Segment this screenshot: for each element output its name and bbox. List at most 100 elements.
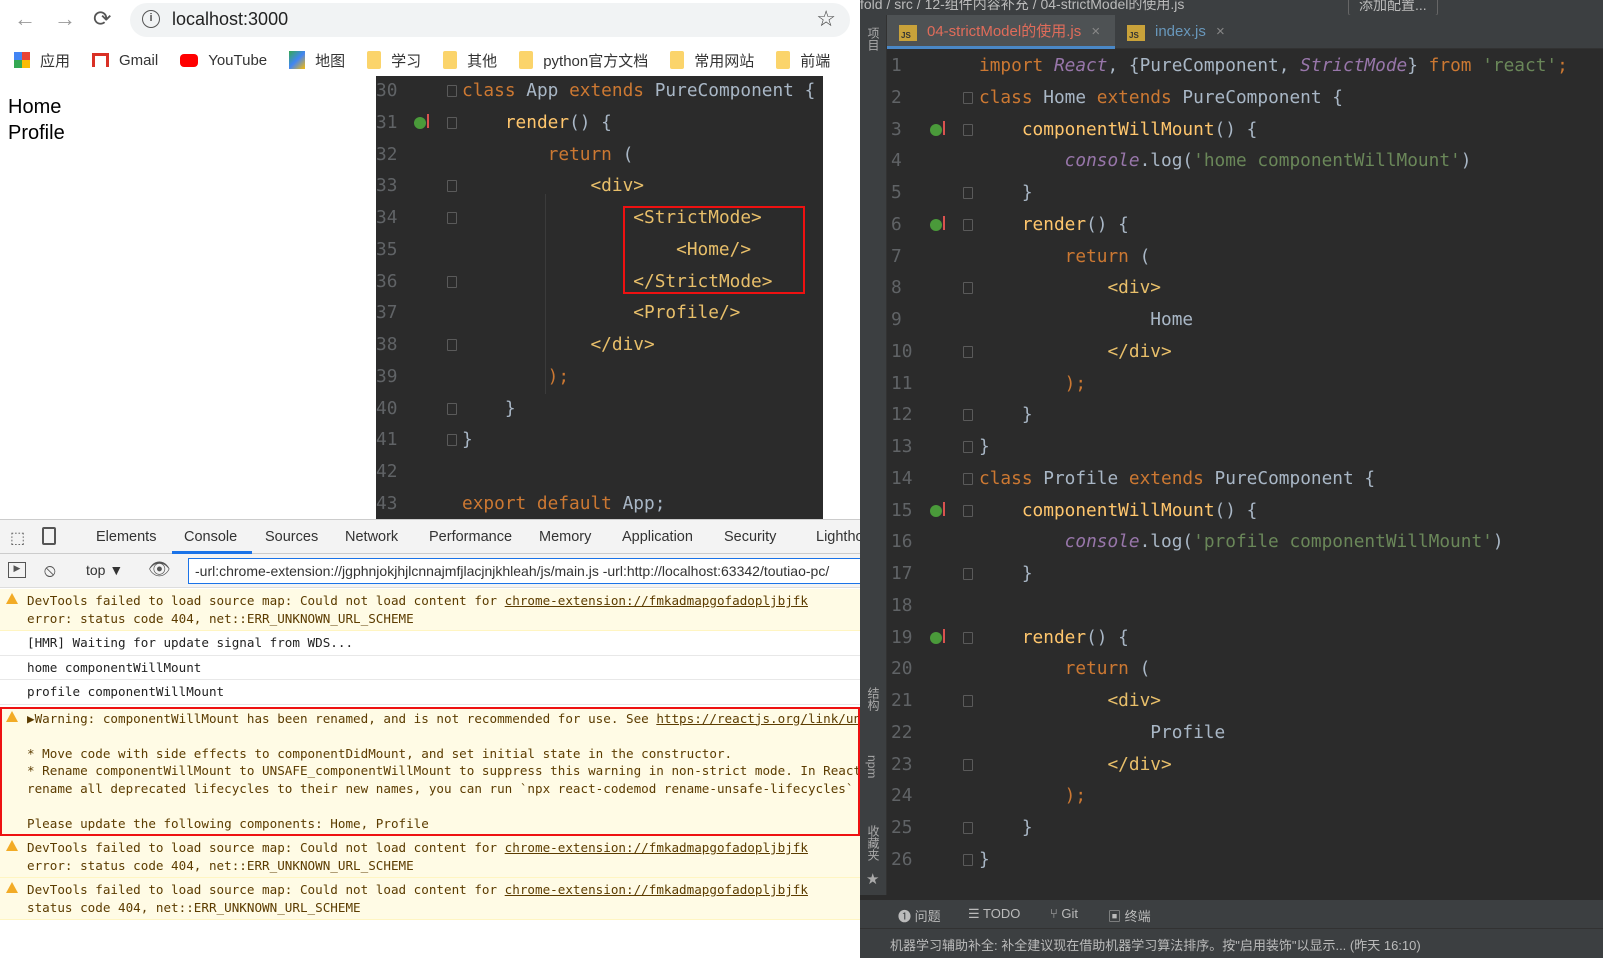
run-config-button[interactable]: 添加配置... [1348,0,1438,15]
code-token: App; [622,493,666,514]
tab-application[interactable]: Application [622,529,693,545]
code-token: () { [1086,213,1129,235]
bookmark-3[interactable]: 地图 [289,50,345,71]
fold-marker-icon[interactable] [963,282,973,295]
bookmark-2[interactable]: YouTube [180,52,267,69]
status-bar: 机器学习辅助补全: 补全建议现在借助机器学习算法排序。按"启用装饰"以显示...… [860,928,1603,958]
console-filter-input[interactable]: -url:chrome-extension://jgphnjokjhjlcnna… [188,558,868,584]
fold-marker-icon[interactable] [963,504,973,517]
profile-link[interactable]: Profile [8,120,65,146]
fold-marker-icon[interactable] [963,187,973,200]
fold-marker-icon[interactable] [963,345,973,358]
home-link[interactable]: Home [8,94,65,120]
bookmark-1[interactable]: Gmail [92,52,158,69]
message-link[interactable]: chrome-extension://fmkadmapgofadopljbjfk [505,840,808,855]
tool-problems[interactable]: ❶ 问题 [898,906,941,925]
close-tab-icon[interactable]: × [1216,23,1225,40]
tab-performance[interactable]: Performance [429,529,512,545]
url-text[interactable]: localhost:3000 [172,9,288,30]
tab-sources[interactable]: Sources [265,529,318,545]
override-marker-icon[interactable] [930,120,945,136]
tool-todo[interactable]: ☰ TODO [968,906,1020,922]
sidebar-toggle-icon[interactable]: ▶ [8,562,26,578]
bookmark-7[interactable]: 常用网站 [670,50,754,71]
inspect-element-icon[interactable]: ⬚ [10,528,25,548]
fold-marker-icon[interactable] [963,123,973,136]
fold-marker-icon[interactable] [447,180,457,193]
tool-project[interactable]: 项目 [865,27,882,51]
close-tab-icon[interactable]: × [1091,23,1100,40]
tool-terminal[interactable]: ▣ 终端 [1108,906,1151,925]
editor-tab-index[interactable]: JS index.js × [1115,15,1235,49]
fold-marker-icon[interactable] [447,402,457,415]
tab-label: index.js [1155,23,1206,40]
code-token: ); [1064,372,1087,394]
fold-marker-icon[interactable] [963,631,973,644]
override-marker-icon[interactable] [930,628,945,644]
favorites-star-icon[interactable]: ★ [866,870,879,888]
fold-marker-icon[interactable] [963,822,973,835]
breadcrumb-path[interactable]: fold / src / 12-组件内容补充 / 04-strictModel的… [860,0,1184,14]
bookmark-8[interactable]: 前端 [776,50,830,71]
live-expression-eye-icon[interactable]: 👁 [148,559,171,580]
fold-marker-icon[interactable] [963,409,973,422]
line-number: 43 [376,493,398,514]
fold-marker-icon[interactable] [963,472,973,485]
fold-marker-icon[interactable] [963,758,973,771]
fold-marker-icon[interactable] [447,275,457,288]
override-marker-icon[interactable] [930,215,945,231]
fold-marker-icon[interactable] [447,212,457,225]
folder-icon [776,51,791,69]
tool-npm[interactable]: npm [865,755,879,778]
forward-icon[interactable]: → [54,6,76,32]
editor-tab-strictmodel[interactable]: JS 04-strictModel的使用.js × [887,15,1115,49]
fold-marker-icon[interactable] [963,441,973,454]
code-token: ( [1139,245,1151,267]
bookmark-4[interactable]: 学习 [367,50,421,71]
fold-marker-icon[interactable] [447,339,457,352]
bookmark-5[interactable]: 其他 [443,50,497,71]
fold-marker-icon[interactable] [447,85,457,97]
fold-marker-icon[interactable] [963,854,973,866]
line-number: 33 [376,175,398,197]
code-token: } [979,436,990,458]
info-icon[interactable]: i [142,10,160,28]
bookmark-0[interactable]: 应用 [14,50,70,71]
override-marker-icon[interactable] [930,501,945,517]
line-number: 18 [891,594,913,616]
fold-marker-icon[interactable] [963,695,973,708]
tab-console[interactable]: Console [184,529,237,545]
context-selector[interactable]: top ▼ [86,562,123,578]
tab-elements[interactable]: Elements [96,529,156,545]
fold-marker-icon[interactable] [447,434,457,447]
override-marker-icon[interactable] [414,114,429,129]
tool-git[interactable]: ⑂ Git [1050,906,1078,921]
bookmark-star-icon[interactable]: ☆ [816,6,836,32]
code-line: <Profile/> [462,297,740,329]
code-token: extends [1096,86,1183,108]
device-toolbar-icon[interactable] [42,527,56,545]
code-token: } [979,404,1033,426]
code-line: </StrictMode> [462,266,772,298]
url-bar[interactable]: i localhost:3000 ☆ [130,3,850,37]
bookmark-6[interactable]: python官方文档 [519,50,648,71]
fold-marker-icon[interactable] [963,218,973,231]
fold-marker-icon[interactable] [447,116,457,129]
message-link[interactable]: chrome-extension://fmkadmapgofadopljbjfk [505,593,808,608]
tool-structure[interactable]: 结构 [865,687,882,711]
apps-icon [14,52,30,68]
fold-marker-icon[interactable] [963,568,973,581]
tab-memory[interactable]: Memory [539,529,591,545]
devtools-tabs: ⬚ Elements Console Sources Network Performan… [0,520,887,554]
clear-console-icon[interactable]: ⦸ [44,560,56,581]
message-link[interactable]: chrome-extension://fmkadmapgofadopljbjfk [505,882,808,897]
back-icon[interactable]: ← [14,6,36,32]
tab-security[interactable]: Security [724,529,776,545]
reload-icon[interactable]: ⟳ [93,6,111,32]
tab-network[interactable]: Network [345,529,398,545]
code-editor[interactable]: 1 import React, {PureComponent, StrictMod… [887,49,1603,894]
tool-favorites[interactable]: 收藏夹 [865,825,882,861]
message-link[interactable]: https://reactjs.org/link/unsafe-componen… [656,711,860,726]
fold-marker-icon[interactable] [963,91,973,104]
